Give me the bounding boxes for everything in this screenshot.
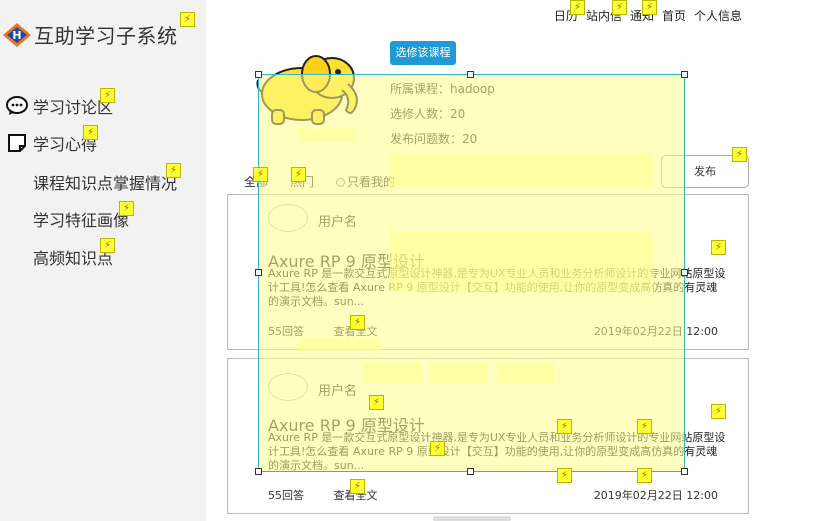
post-username[interactable]: 用户名 — [318, 380, 357, 399]
enroll-course-button[interactable]: 选修该课程 — [390, 41, 456, 65]
interaction-marker-icon[interactable]: ⚡ — [350, 479, 365, 494]
interaction-marker-icon[interactable]: ⚡ — [711, 404, 726, 419]
highlight-region — [390, 153, 654, 187]
interaction-marker-icon[interactable]: ⚡ — [612, 0, 627, 15]
answer-count: 55回答 — [268, 489, 304, 502]
interaction-marker-icon[interactable]: ⚡ — [119, 201, 134, 216]
interaction-marker-icon[interactable]: ⚡ — [570, 0, 585, 15]
hadoop-elephant-icon — [250, 44, 370, 128]
nav-profile[interactable]: 个人信息 — [694, 7, 742, 24]
post-body: Axure RP 是一款交互式原型设计神器,是专为UX专业人员和业务分析师设计的… — [268, 431, 726, 472]
sidebar: H 互助学习子系统 学习讨论区 学习心得 课程知识点掌握情况 学习特征画像 高频… — [0, 0, 206, 521]
tab-mine[interactable]: 只看我的 — [336, 173, 395, 190]
interaction-marker-icon[interactable]: ⚡ — [711, 240, 726, 255]
resize-handle[interactable] — [681, 71, 688, 78]
interaction-marker-icon[interactable]: ⚡ — [369, 395, 384, 410]
resize-handle[interactable] — [681, 269, 688, 276]
interaction-marker-icon[interactable]: ⚡ — [642, 0, 657, 15]
note-icon — [6, 132, 28, 154]
app-logo[interactable]: H 互助学习子系统 — [2, 20, 178, 49]
interaction-marker-icon[interactable]: ⚡ — [253, 167, 268, 182]
resize-handle[interactable] — [255, 269, 262, 276]
interaction-marker-icon[interactable]: ⚡ — [291, 167, 306, 182]
interaction-marker-icon[interactable]: ⚡ — [557, 468, 572, 483]
highlight-region — [298, 128, 356, 142]
post-body: Axure RP 是一款交互式原型设计神器,是专为UX专业人员和业务分析师设计的… — [268, 267, 726, 308]
post-username[interactable]: 用户名 — [318, 211, 357, 230]
tab-mine-label: 只看我的 — [347, 175, 396, 189]
answer-count: 55回答 — [268, 325, 304, 338]
avatar[interactable] — [268, 204, 308, 232]
radio-icon[interactable] — [336, 178, 346, 187]
interaction-marker-icon[interactable]: ⚡ — [100, 88, 115, 103]
svg-text:H: H — [12, 29, 21, 42]
interaction-marker-icon[interactable]: ⚡ — [180, 12, 195, 27]
sidebar-item-discussion[interactable]: 学习讨论区 — [6, 94, 113, 118]
post-date: 2019年02月22日 12:00 — [593, 489, 718, 502]
sidebar-item-label: 课程知识点掌握情况 — [33, 174, 178, 193]
interaction-marker-icon[interactable]: ⚡ — [100, 238, 115, 253]
interaction-marker-icon[interactable]: ⚡ — [350, 315, 365, 330]
interaction-marker-icon[interactable]: ⚡ — [637, 468, 652, 483]
post-card[interactable]: 用户名 Axure RP 9 原型设计 Axure RP 是一款交互式原型设计神… — [227, 358, 749, 514]
resize-handle[interactable] — [255, 71, 262, 78]
course-name: 所属课程：hadoop — [390, 82, 495, 96]
interaction-marker-icon[interactable]: ⚡ — [83, 125, 98, 140]
interaction-marker-icon[interactable]: ⚡ — [166, 163, 181, 178]
interaction-marker-icon[interactable]: ⚡ — [732, 147, 747, 162]
interaction-marker-icon[interactable]: ⚡ — [430, 441, 445, 456]
question-count: 发布问题数：20 — [390, 132, 478, 146]
logo-icon: H — [2, 22, 32, 48]
resize-handle[interactable] — [255, 468, 262, 475]
horizontal-scrollbar[interactable] — [433, 516, 511, 521]
nav-home[interactable]: 首页 — [662, 7, 686, 24]
resize-handle[interactable] — [467, 468, 474, 475]
chat-bubble-icon — [6, 95, 28, 117]
enrolled-count: 选修人数：20 — [390, 107, 466, 121]
resize-handle[interactable] — [467, 71, 474, 78]
interaction-marker-icon[interactable]: ⚡ — [637, 419, 652, 434]
post-card[interactable]: 用户名 Axure RP 9 原型设计 Axure RP 是一款交互式原型设计神… — [227, 194, 749, 350]
app-title: 互助学习子系统 — [34, 24, 178, 48]
sidebar-item-label: 学习特征画像 — [33, 211, 130, 230]
post-date: 2019年02月22日 12:00 — [593, 325, 718, 338]
sidebar-item-learning-profile[interactable]: 学习特征画像 — [33, 207, 129, 231]
interaction-marker-icon[interactable]: ⚡ — [557, 419, 572, 434]
filter-tabs: 全部 热门 只看我的 — [244, 173, 417, 190]
avatar[interactable] — [268, 373, 308, 401]
resize-handle[interactable] — [681, 468, 688, 475]
sidebar-item-knowledge-mastery[interactable]: 课程知识点掌握情况 — [33, 170, 177, 194]
